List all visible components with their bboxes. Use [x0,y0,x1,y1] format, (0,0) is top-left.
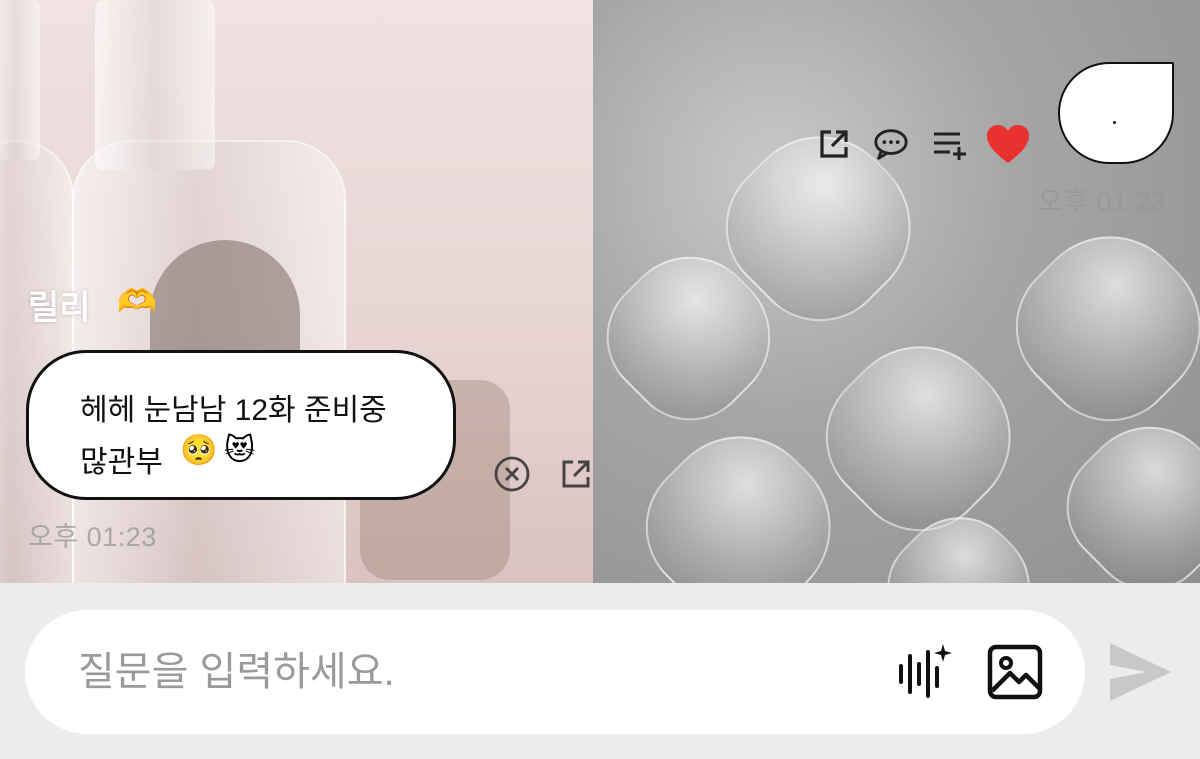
question-input[interactable] [78,640,858,704]
voice-sparkle-icon[interactable] [893,642,953,702]
received-timestamp: 오후 01:23 [28,522,157,552]
heart-eyes-cat-emoji: 😻 [224,433,256,468]
message-share-icon[interactable] [556,454,596,494]
my-message-bubble [1058,62,1174,164]
my-message-text [1113,121,1116,124]
chat-screen: 오후 01:23 릴리 🫶 헤헤 눈남남 12화 준비중 많관부 🥺 😻 오후 … [0,0,1200,759]
close-circle-icon[interactable] [492,454,532,494]
sent-timestamp: 오후 01:23 [1038,187,1167,217]
add-to-list-icon[interactable] [930,125,968,163]
image-icon[interactable] [985,642,1045,702]
message-text-line-2: 많관부 [80,446,163,479]
sender-emoji: 🫶 [117,282,157,320]
send-icon[interactable] [1105,637,1175,707]
comment-icon[interactable] [872,125,910,163]
pleading-face-emoji: 🥺 [180,433,218,468]
sender-name: 릴리 [28,289,91,327]
heart-icon[interactable] [985,121,1031,167]
share-icon[interactable] [815,125,853,163]
message-text-line-1: 헤헤 눈남남 12화 준비중 [80,394,387,427]
